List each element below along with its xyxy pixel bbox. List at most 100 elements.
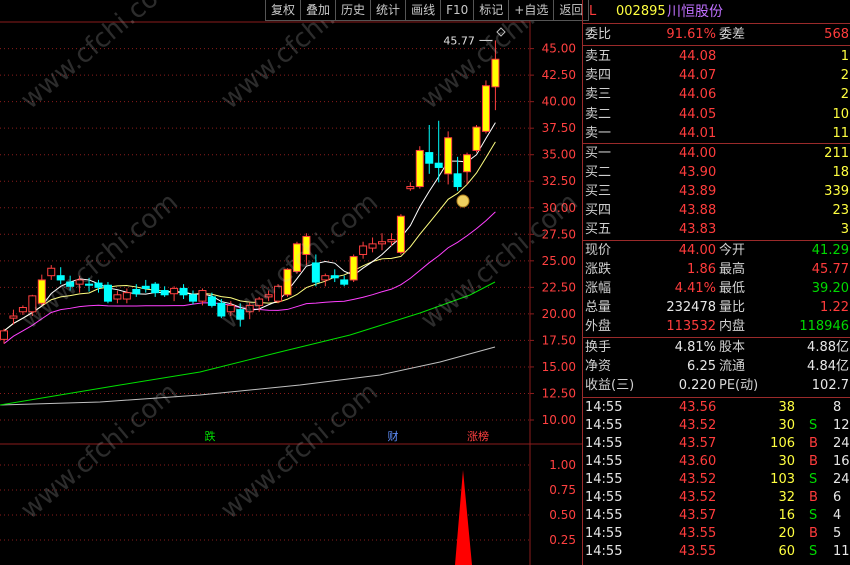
fund-label: 股本 (719, 340, 746, 355)
quote-value: 45.77 (811, 262, 849, 277)
bid-price: 44.00 (679, 146, 717, 161)
stats-button[interactable]: 统计 (371, 0, 407, 21)
tick-row[interactable]: 14:55 43.57 106 B 24 (583, 435, 850, 453)
quote-value: 44.00 (678, 243, 716, 258)
fund-value: 4.81% (674, 340, 716, 355)
price-tick-label: 10.00 (542, 413, 576, 427)
quote-value: 41.29 (811, 243, 849, 258)
candle-body (472, 126, 481, 151)
quote-row[interactable]: 涨幅 4.41% 最低 39.20 (583, 280, 850, 298)
tick-time: 14:55 (585, 544, 623, 559)
ask-price: 44.05 (679, 106, 717, 122)
tick-row[interactable]: 14:55 43.55 60 S 11 (583, 543, 850, 561)
quote-value: 4.41% (674, 281, 716, 296)
event-marker: 涨榜 (467, 429, 489, 443)
candle-body (359, 245, 368, 255)
tick-volume: 20 (778, 526, 795, 541)
quote-row[interactable]: 总量 232478 量比 1.22 (583, 299, 850, 317)
fund-label: 收益(三) (585, 378, 635, 393)
bid-row[interactable]: 买四 43.88 23 (583, 202, 850, 220)
ask-volume: 2 (840, 68, 849, 84)
money-bag-icon (456, 194, 470, 208)
ask-volume: 10 (832, 106, 849, 122)
tick-row[interactable]: 14:55 43.52 32 B 6 (583, 489, 850, 507)
weicha-label: 委差 (719, 27, 746, 42)
ask-row[interactable]: 卖三 44.06 2 (583, 86, 850, 104)
tick-count: 24 (833, 436, 850, 451)
kline-chart[interactable]: 45.0042.5040.0037.5035.0032.5030.0027.50… (0, 0, 582, 565)
candle-body (387, 239, 396, 243)
ask-row[interactable]: 卖一 44.01 11 (583, 125, 850, 143)
candle-body (481, 85, 490, 132)
candle-body (330, 275, 339, 279)
tick-row[interactable]: 14:55 43.56 38 8 (583, 399, 850, 417)
tick-volume: 16 (778, 508, 795, 523)
candle-body (113, 294, 122, 300)
tick-row[interactable]: 14:55 43.57 16 S 4 (583, 507, 850, 525)
toolbar: 复权 叠加 历史 统计 画线 F10 标记 +自选 返回 (265, 0, 590, 21)
tick-price: 43.57 (679, 436, 717, 451)
candle-body (47, 267, 56, 277)
candle-body (463, 154, 472, 173)
price-tick-label: 45.00 (542, 42, 576, 56)
tick-price: 43.55 (679, 544, 717, 559)
tick-side: S (809, 418, 818, 433)
tick-row[interactable]: 14:55 43.52 103 S 24 (583, 471, 850, 489)
quote-label: 现价 (585, 243, 612, 258)
f10-button[interactable]: F10 (441, 0, 475, 21)
tick-side: S (809, 544, 818, 559)
fund-label: 换手 (585, 340, 612, 355)
quote-label: 涨跌 (585, 262, 612, 277)
ask-volume: 1 (840, 49, 849, 64)
tick-volume: 32 (778, 490, 795, 505)
mark-button[interactable]: 标记 (474, 0, 510, 21)
tick-price: 43.52 (679, 472, 717, 487)
weibi-value: 91.61% (666, 27, 716, 42)
watermark-text: www.cfchi.com (15, 377, 184, 525)
tick-row[interactable]: 14:55 43.60 30 B 16 (583, 453, 850, 471)
add-watchlist-button[interactable]: +自选 (509, 0, 555, 21)
quote-label: 总量 (585, 300, 612, 315)
tick-count: 24 (833, 472, 850, 487)
quote-row[interactable]: 现价 44.00 今开 41.29 (583, 242, 850, 260)
quote-value: 118946 (799, 319, 849, 334)
quote-row[interactable]: 涨跌 1.86 最高 45.77 (583, 261, 850, 279)
candle-body (122, 292, 131, 300)
tick-side: B (809, 490, 818, 505)
tick-row[interactable]: 14:55 43.52 30 S 12 (583, 417, 850, 435)
tick-count: 6 (833, 490, 842, 505)
candle-body (434, 162, 443, 168)
watermark-text: www.cfchi.com (215, 377, 384, 525)
quote-value: 1.86 (687, 262, 716, 277)
ask-row[interactable]: 卖二 44.05 10 (583, 106, 850, 124)
restore-rights-button[interactable]: 复权 (266, 0, 302, 21)
fundamental-row[interactable]: 净资 6.25 流通 4.84亿 (583, 358, 850, 376)
bid-price: 43.89 (679, 184, 717, 199)
bid-price: 43.88 (679, 203, 717, 218)
candle-body (340, 279, 349, 285)
weicha-value: 568 (824, 27, 849, 42)
candle-body (406, 186, 415, 190)
quote-label: 内盘 (719, 319, 746, 334)
bid-row[interactable]: 买一 44.00 211 (583, 145, 850, 163)
fundamental-row[interactable]: 收益(三) 0.220 PE(动) 102.7 (583, 377, 850, 395)
ask-label: 卖四 (585, 68, 612, 84)
tick-price: 43.56 (679, 400, 717, 415)
ask-row[interactable]: 卖四 44.07 2 (583, 67, 850, 85)
candle-body (425, 152, 434, 164)
tick-row[interactable]: 14:55 43.55 20 B 5 (583, 525, 850, 543)
quote-row[interactable]: 外盘 113532 内盘 118946 (583, 318, 850, 336)
fundamental-row[interactable]: 换手 4.81% 股本 4.88亿 (583, 339, 850, 357)
draw-line-button[interactable]: 画线 (406, 0, 442, 21)
fund-label: PE(动) (719, 378, 759, 393)
tick-side: B (809, 526, 818, 541)
bid-row[interactable]: 买二 43.90 18 (583, 164, 850, 182)
ask-row[interactable]: 卖五 44.08 1 (583, 48, 850, 66)
fund-value: 102.7 (811, 378, 849, 393)
overlay-button[interactable]: 叠加 (301, 0, 337, 21)
history-button[interactable]: 历史 (336, 0, 372, 21)
bid-row[interactable]: 买五 43.83 3 (583, 221, 850, 239)
tick-time: 14:55 (585, 490, 623, 505)
bid-row[interactable]: 买三 43.89 339 (583, 183, 850, 201)
event-marker: 财 (388, 429, 399, 443)
